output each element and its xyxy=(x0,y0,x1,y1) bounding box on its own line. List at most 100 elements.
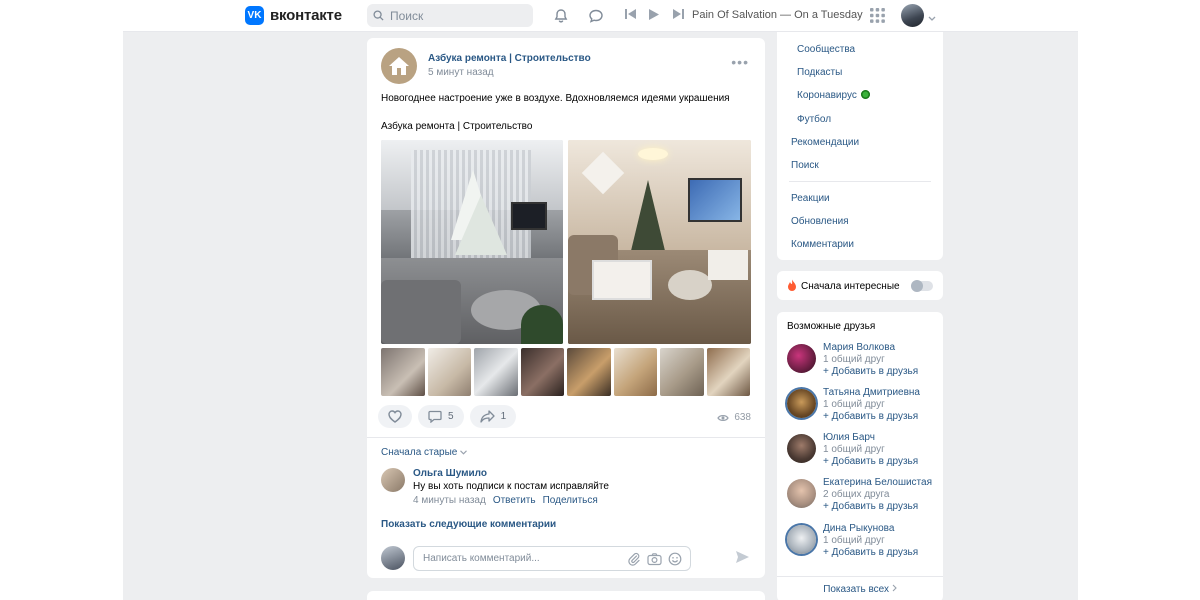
share-button[interactable]: 1 xyxy=(469,405,517,428)
house-icon xyxy=(389,57,409,75)
group-avatar[interactable] xyxy=(381,48,417,84)
friend-mutual[interactable]: 1 общий друг xyxy=(823,444,885,455)
interesting-first-toggle[interactable] xyxy=(911,280,933,292)
thumbnail[interactable] xyxy=(520,348,564,396)
thumbnail[interactable] xyxy=(381,348,425,396)
show-all-friends-link[interactable]: Показать всех xyxy=(777,584,943,595)
comments-sort-dropdown[interactable]: Сначала старые xyxy=(381,447,468,458)
friend-name[interactable]: Дина Рыкунова xyxy=(823,523,894,534)
comment-input[interactable] xyxy=(423,553,623,564)
friend-avatar[interactable] xyxy=(787,479,816,508)
feed-post: Азбука ремонта | Строительство 5 минут н… xyxy=(367,38,765,578)
friend-name[interactable]: Екатерина Белошистая xyxy=(823,477,932,488)
menu-item-recommendations[interactable]: Рекомендации xyxy=(791,137,859,148)
friend-avatar[interactable] xyxy=(787,389,816,418)
possible-friends-card: Возможные друзья Мария Волкова 1 общий д… xyxy=(777,312,943,600)
post-time[interactable]: 5 минут назад xyxy=(428,67,494,78)
thumbnail[interactable] xyxy=(427,348,471,396)
thumbnail[interactable] xyxy=(613,348,657,396)
more-options-icon[interactable]: ••• xyxy=(731,54,749,70)
comment-author-avatar[interactable] xyxy=(381,468,405,492)
virus-icon xyxy=(860,90,870,99)
like-button[interactable] xyxy=(378,405,412,428)
user-avatar[interactable] xyxy=(901,4,924,27)
thumbnail[interactable] xyxy=(474,348,518,396)
comment-author-name[interactable]: Ольга Шумило xyxy=(413,468,487,479)
menu-item-reactions[interactable]: Реакции xyxy=(791,193,830,204)
menu-item-comments[interactable]: Комментарии xyxy=(791,239,854,250)
previous-track-icon[interactable] xyxy=(623,7,637,21)
toggle-knob xyxy=(911,280,923,292)
add-friend-button[interactable]: + Добавить в друзья xyxy=(823,456,918,467)
thumbnail[interactable] xyxy=(706,348,750,396)
thumbnail[interactable] xyxy=(660,348,704,396)
post-actions: 5 1 xyxy=(378,405,517,428)
vk-logo-icon: VK xyxy=(245,6,264,25)
share-comment-link[interactable]: Поделиться xyxy=(543,495,598,506)
thumbnail[interactable] xyxy=(567,348,611,396)
friend-mutual[interactable]: 1 общий друг xyxy=(823,535,885,546)
apps-grid-icon[interactable] xyxy=(870,8,885,26)
friend-avatar[interactable] xyxy=(787,344,816,373)
menu-item-updates[interactable]: Обновления xyxy=(791,216,849,227)
next-post xyxy=(367,591,765,600)
vk-logo[interactable]: VK вконтакте xyxy=(245,6,342,25)
camera-icon[interactable] xyxy=(647,552,662,566)
shares-count: 1 xyxy=(500,411,507,422)
views-counter: 638 xyxy=(717,412,751,423)
group-name-link[interactable]: Азбука ремонта | Строительство xyxy=(428,53,591,64)
post-photo-1[interactable] xyxy=(381,140,563,344)
friend-mutual[interactable]: 2 общих друга xyxy=(823,489,890,500)
now-playing-title[interactable]: Pain Of Salvation — On a Tuesday xyxy=(692,9,863,21)
smile-icon[interactable] xyxy=(668,552,682,566)
messages-icon[interactable] xyxy=(586,6,606,26)
friend-suggestion: Татьяна Дмитриевна 1 общий друг + Добави… xyxy=(787,387,937,427)
add-friend-button[interactable]: + Добавить в друзья xyxy=(823,411,918,422)
friend-mutual[interactable]: 1 общий друг xyxy=(823,354,885,365)
add-friend-button[interactable]: + Добавить в друзья xyxy=(823,501,918,512)
comment-time[interactable]: 4 минуты назад xyxy=(413,495,486,506)
top-header: VK вконтакте Pain Of Salvation — On a Tu… xyxy=(123,0,1078,32)
menu-item-football[interactable]: Футбол xyxy=(797,114,831,125)
search-input[interactable] xyxy=(390,8,520,23)
feed-filters-menu: Сообщества Подкасты Коронавирус Футбол Р… xyxy=(777,32,943,260)
menu-item-coronavirus[interactable]: Коронавирус xyxy=(797,90,870,101)
play-icon[interactable] xyxy=(647,7,661,21)
next-track-icon[interactable] xyxy=(671,7,685,21)
search-icon xyxy=(373,10,384,21)
search-box[interactable] xyxy=(367,4,533,27)
post-text: Новогоднее настроение уже в воздухе. Вдо… xyxy=(381,93,730,104)
comment-button[interactable]: 5 xyxy=(418,405,464,428)
add-friend-button[interactable]: + Добавить в друзья xyxy=(823,366,918,377)
heart-icon xyxy=(388,410,402,423)
friend-suggestion: Дина Рыкунова 1 общий друг + Добавить в … xyxy=(787,523,937,563)
friend-suggestion: Екатерина Белошистая 2 общих друга + Доб… xyxy=(787,477,937,517)
show-all-label: Показать всех xyxy=(823,584,890,595)
friend-mutual[interactable]: 1 общий друг xyxy=(823,399,885,410)
send-icon[interactable] xyxy=(735,550,750,567)
menu-item-search[interactable]: Поиск xyxy=(791,160,819,171)
friend-name[interactable]: Татьяна Дмитриевна xyxy=(823,387,920,398)
show-more-comments-link[interactable]: Показать следующие комментарии xyxy=(381,519,556,530)
chevron-right-icon xyxy=(892,584,897,592)
friend-suggestion: Юлия Барч 1 общий друг + Добавить в друз… xyxy=(787,432,937,472)
friend-avatar[interactable] xyxy=(787,434,816,463)
comment-input-box[interactable] xyxy=(413,546,691,571)
comments-count: 5 xyxy=(448,411,454,422)
divider xyxy=(367,437,765,438)
chevron-down-icon[interactable] xyxy=(928,10,936,25)
menu-item-podcasts[interactable]: Подкасты xyxy=(797,67,842,78)
friend-name[interactable]: Мария Волкова xyxy=(823,342,895,353)
friend-avatar[interactable] xyxy=(787,525,816,554)
friend-name[interactable]: Юлия Барч xyxy=(823,432,875,443)
menu-item-communities[interactable]: Сообщества xyxy=(797,44,855,55)
bell-icon[interactable] xyxy=(551,6,571,26)
paperclip-icon[interactable] xyxy=(627,552,641,566)
eye-icon xyxy=(717,414,730,421)
add-friend-button[interactable]: + Добавить в друзья xyxy=(823,547,918,558)
reply-link[interactable]: Ответить xyxy=(493,495,536,506)
interesting-first-label: Сначала интересные xyxy=(801,281,900,292)
sort-label: Сначала старые xyxy=(381,447,458,458)
post-photo-2[interactable] xyxy=(568,140,751,344)
post-signature: Азбука ремонта | Строительство xyxy=(381,121,533,132)
